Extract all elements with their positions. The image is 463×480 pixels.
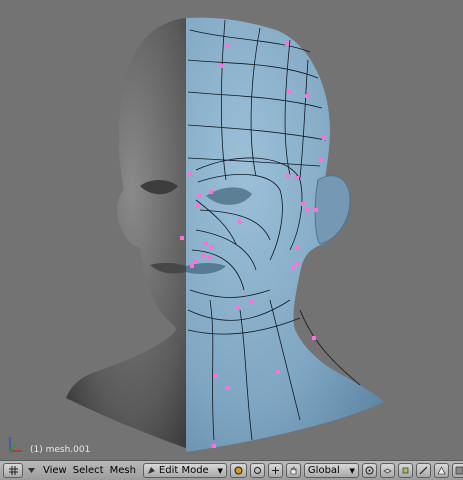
mode-select[interactable]: Edit Mode ▼ [142,463,227,478]
vertex-marker[interactable] [236,306,240,310]
vertex-marker[interactable] [226,44,230,48]
edit-mode-icon [147,467,155,474]
chevron-down-icon: ▼ [349,466,355,475]
vertex-marker[interactable] [210,245,214,249]
orientation-label: Global [307,465,340,476]
vertex-marker[interactable] [201,253,205,257]
occlude-icon[interactable] [451,463,463,478]
manipulator-icon[interactable] [267,463,283,478]
edge-select-icon[interactable] [415,463,431,478]
manipulator-hand-icon[interactable] [285,463,301,478]
vertex-marker[interactable] [276,370,280,374]
vertex-marker[interactable] [194,260,198,264]
vertex-marker[interactable] [295,176,299,180]
vertex-marker[interactable] [285,42,289,46]
vertex-marker[interactable] [214,374,218,378]
draw-type-icon[interactable] [229,463,247,478]
vertex-marker[interactable] [180,236,184,240]
face-select-icon[interactable] [433,463,449,478]
collapse-menus-icon[interactable] [26,463,37,478]
vertex-marker[interactable] [286,174,290,178]
head-right-half [186,17,384,453]
vertex-marker[interactable] [295,261,299,265]
head-left-half [66,18,186,448]
3d-view-header: View Select Mesh Edit Mode ▼ Global ▼ [0,460,463,480]
vertex-marker[interactable] [220,64,224,68]
vertex-marker[interactable] [322,136,326,140]
vertex-marker[interactable] [212,444,216,448]
vertex-select-icon[interactable] [397,463,413,478]
pivot-icon[interactable] [249,463,265,478]
vertex-marker[interactable] [226,386,230,390]
select-menu[interactable]: Select [73,465,104,476]
vertex-marker[interactable] [319,158,323,162]
vertex-marker[interactable] [188,172,192,176]
view-menu[interactable]: View [43,465,67,476]
proportional-edit-icon[interactable] [361,463,377,478]
ear [314,175,351,245]
vertex-marker[interactable] [196,204,200,208]
3d-view-grid-icon[interactable] [3,463,23,478]
vertex-marker[interactable] [305,208,309,212]
vertex-marker[interactable] [314,208,318,212]
chevron-down-icon: ▼ [217,466,223,475]
vertex-marker[interactable] [305,94,309,98]
vertex-marker[interactable] [288,90,292,94]
vertex-marker[interactable] [301,202,305,206]
object-name-label: (1) mesh.001 [30,445,91,455]
mesh-menu[interactable]: Mesh [110,465,136,476]
vertex-marker[interactable] [292,266,296,270]
3d-viewport[interactable]: (1) mesh.001 [0,0,463,460]
vertex-marker[interactable] [238,220,242,224]
head-model[interactable] [0,0,463,460]
vertex-marker[interactable] [204,241,208,245]
transform-orientation-select[interactable]: Global ▼ [303,463,359,478]
vertex-marker[interactable] [209,190,213,194]
layer-icon[interactable] [379,463,395,478]
vertex-marker[interactable] [190,264,194,268]
vertex-marker[interactable] [295,246,299,250]
vertex-marker[interactable] [198,194,202,198]
vertex-marker[interactable] [312,336,316,340]
axis-gizmo-icon [9,437,22,452]
vertex-marker[interactable] [208,256,212,260]
vertex-marker[interactable] [249,300,253,304]
mode-label: Edit Mode [158,465,209,476]
